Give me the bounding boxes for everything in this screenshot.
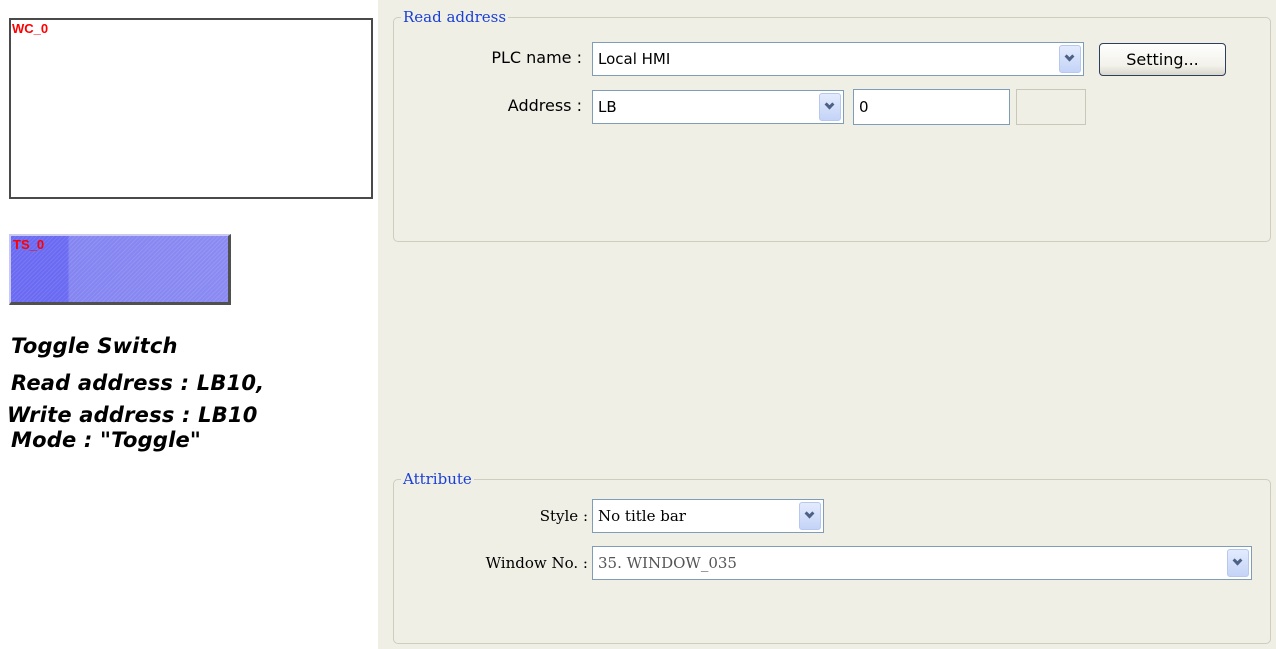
attribute-title: Attribute [401,470,474,488]
window-no-dropdown-button[interactable] [1227,549,1249,577]
window-control-object[interactable]: WC_0 [9,18,373,199]
plc-name-dropdown-button[interactable] [1059,45,1081,73]
address-type-value: LB [598,98,617,116]
address-value-input[interactable]: 0 [853,89,1010,125]
chevron-down-icon [1064,51,1075,62]
read-address-title: Read address [401,8,509,26]
address-type-select[interactable]: LB [592,90,844,124]
window-no-label: Window No. : [485,554,588,572]
address-label: Address : [507,96,582,115]
window-control-label: WC_0 [12,21,49,36]
note-title: Toggle Switch [11,334,178,358]
style-select[interactable]: No title bar [592,499,824,533]
style-label: Style : [539,507,588,525]
address-value: 0 [859,98,869,116]
note-read-address: Read address : LB10, [11,371,265,395]
note-mode: Mode : "Toggle" [11,428,202,452]
style-value: No title bar [598,507,686,525]
toggle-switch-object[interactable]: TS_0 [9,234,231,305]
plc-name-value: Local HMI [598,50,671,68]
chevron-down-icon [824,99,835,110]
chevron-down-icon [804,508,815,519]
chevron-down-icon [1232,555,1243,566]
window-no-select[interactable]: 35. WINDOW_035 [592,546,1252,580]
setting-button[interactable]: Setting... [1099,43,1226,76]
plc-name-select[interactable]: Local HMI [592,42,1084,76]
address-type-dropdown-button[interactable] [819,93,841,121]
address-extra-field [1016,89,1086,125]
plc-name-label: PLC name : [491,48,582,67]
style-dropdown-button[interactable] [799,502,821,530]
toggle-switch-label: TS_0 [13,237,45,252]
settings-panel: Read address PLC name : Local HMI Settin… [378,0,1276,649]
note-write-address: Write address : LB10 [7,403,258,427]
window-no-value: 35. WINDOW_035 [598,554,737,572]
